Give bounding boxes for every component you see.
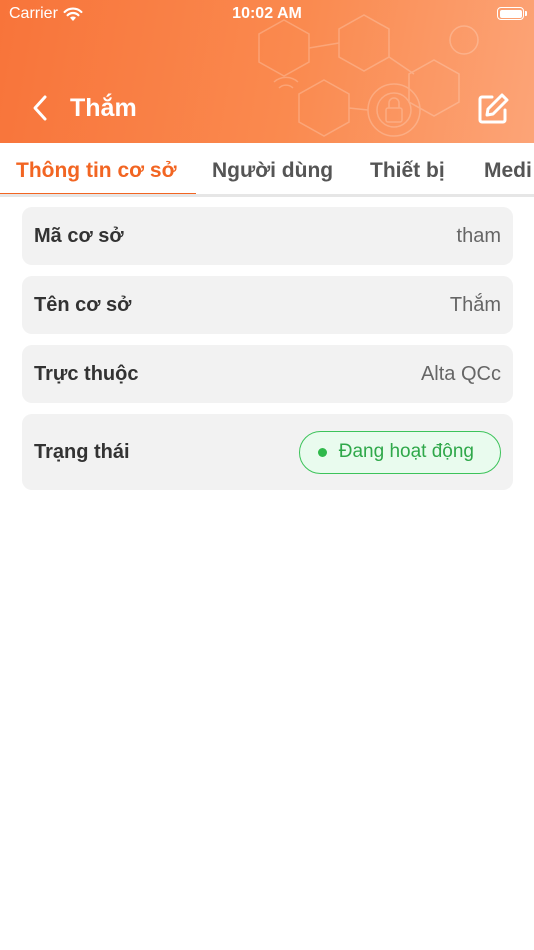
header: Carrier 10:02 AM Thắm (0, 0, 534, 143)
info-row-status: Trạng thái Đang hoạt động (22, 414, 513, 490)
info-row-parent: Trực thuộc Alta QCc (22, 345, 513, 403)
screen: Carrier 10:02 AM Thắm Thông tin cơ sở Ng… (0, 0, 534, 950)
active-tab-indicator (0, 193, 196, 194)
status-dot (317, 447, 327, 457)
info-row-name: Tên cơ sở Thắm (22, 276, 513, 334)
info-value: tham (456, 224, 501, 247)
tab-users[interactable]: Người dùng (212, 159, 333, 183)
edit-button[interactable] (476, 92, 510, 126)
chevron-left-icon (33, 95, 47, 121)
tab-devices[interactable]: Thiết bị (370, 159, 445, 183)
info-label: Trạng thái (34, 440, 130, 463)
status-bar: Carrier 10:02 AM (0, 0, 534, 28)
back-button[interactable] (26, 92, 54, 124)
page-title: Thắm (70, 94, 137, 122)
battery-icon (497, 7, 527, 20)
edit-icon (478, 93, 509, 124)
info-row-code: Mã cơ sở tham (22, 207, 513, 265)
clock: 10:02 AM (232, 5, 302, 22)
info-value: Thắm (449, 293, 501, 316)
info-label: Trực thuộc (34, 362, 139, 385)
tab-facility-info[interactable]: Thông tin cơ sở (16, 159, 177, 183)
info-value: Alta QCc (420, 362, 501, 385)
tab-media[interactable]: Medi (484, 159, 532, 183)
info-label: Tên cơ sở (34, 293, 132, 316)
tab-bar: Thông tin cơ sở Người dùng Thiết bị Medi (0, 143, 534, 197)
status-badge: Đang hoạt động (298, 430, 501, 474)
status-text: Đang hoạt động (338, 441, 474, 462)
header-pattern-decoration (258, 14, 479, 137)
info-label: Mã cơ sở (34, 224, 124, 247)
